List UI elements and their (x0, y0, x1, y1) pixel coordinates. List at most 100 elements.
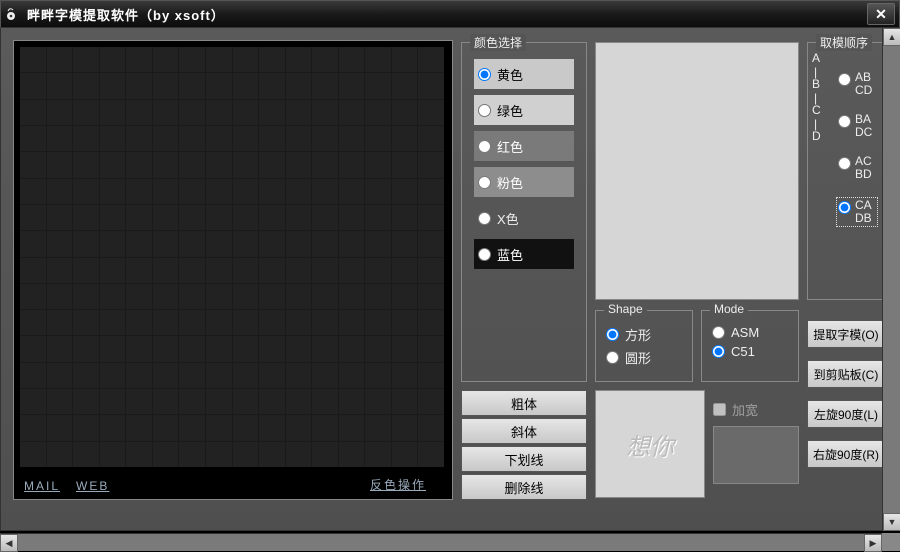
pixel-cell[interactable] (312, 73, 338, 98)
pixel-grid[interactable] (20, 47, 444, 467)
widen-checkbox-row[interactable]: 加宽 (713, 400, 758, 419)
color-radio-yellow[interactable] (478, 68, 491, 81)
pixel-cell[interactable] (392, 73, 418, 98)
shape-radio-circle[interactable] (606, 351, 619, 364)
order-option[interactable]: ABCD (838, 71, 876, 97)
pixel-cell[interactable] (233, 389, 259, 414)
pixel-cell[interactable] (365, 258, 391, 283)
pixel-cell[interactable] (206, 231, 232, 256)
pixel-cell[interactable] (339, 336, 365, 361)
mode-option-asm[interactable]: ASM (712, 325, 788, 340)
pixel-cell[interactable] (179, 284, 205, 309)
pixel-cell[interactable] (100, 100, 126, 125)
strike-button[interactable]: 删除线 (461, 474, 587, 500)
clipboard-button[interactable]: 到剪贴板(C) (807, 360, 885, 388)
pixel-cell[interactable] (312, 179, 338, 204)
hscroll-track[interactable] (18, 534, 864, 551)
pixel-cell[interactable] (392, 126, 418, 151)
pixel-cell[interactable] (259, 100, 285, 125)
scroll-right-icon[interactable]: ▶ (864, 534, 882, 552)
pixel-cell[interactable] (233, 336, 259, 361)
pixel-cell[interactable] (179, 310, 205, 335)
pixel-cell[interactable] (392, 100, 418, 125)
pixel-cell[interactable] (47, 47, 73, 72)
pixel-cell[interactable] (339, 47, 365, 72)
pixel-cell[interactable] (179, 442, 205, 467)
pixel-cell[interactable] (259, 415, 285, 440)
rotate-right-button[interactable]: 右旋90度(R) (807, 440, 885, 468)
pixel-cell[interactable] (20, 231, 46, 256)
pixel-cell[interactable] (20, 389, 46, 414)
pixel-cell[interactable] (286, 363, 312, 388)
pixel-cell[interactable] (179, 389, 205, 414)
pixel-cell[interactable] (20, 415, 46, 440)
pixel-cell[interactable] (47, 179, 73, 204)
pixel-cell[interactable] (365, 179, 391, 204)
pixel-cell[interactable] (365, 336, 391, 361)
pixel-cell[interactable] (259, 363, 285, 388)
pixel-cell[interactable] (126, 126, 152, 151)
pixel-cell[interactable] (179, 47, 205, 72)
pixel-cell[interactable] (126, 152, 152, 177)
pixel-cell[interactable] (286, 205, 312, 230)
pixel-cell[interactable] (47, 258, 73, 283)
color-radio-red[interactable] (478, 140, 491, 153)
pixel-cell[interactable] (286, 336, 312, 361)
pixel-cell[interactable] (339, 231, 365, 256)
pixel-cell[interactable] (47, 363, 73, 388)
pixel-cell[interactable] (365, 231, 391, 256)
pixel-cell[interactable] (418, 442, 444, 467)
pixel-cell[interactable] (47, 310, 73, 335)
pixel-cell[interactable] (73, 258, 99, 283)
pixel-cell[interactable] (312, 284, 338, 309)
underline-button[interactable]: 下划线 (461, 446, 587, 472)
pixel-cell[interactable] (126, 73, 152, 98)
pixel-cell[interactable] (100, 231, 126, 256)
pixel-cell[interactable] (100, 363, 126, 388)
pixel-cell[interactable] (100, 152, 126, 177)
pixel-cell[interactable] (100, 284, 126, 309)
pixel-cell[interactable] (153, 100, 179, 125)
pixel-cell[interactable] (206, 415, 232, 440)
order-radio[interactable] (838, 201, 851, 214)
pixel-cell[interactable] (418, 389, 444, 414)
pixel-cell[interactable] (206, 73, 232, 98)
pixel-cell[interactable] (100, 442, 126, 467)
pixel-cell[interactable] (179, 152, 205, 177)
pixel-cell[interactable] (153, 389, 179, 414)
pixel-cell[interactable] (312, 336, 338, 361)
color-option-blue[interactable]: 蓝色 (474, 239, 574, 269)
pixel-cell[interactable] (286, 442, 312, 467)
pixel-cell[interactable] (47, 442, 73, 467)
pixel-cell[interactable] (259, 310, 285, 335)
pixel-cell[interactable] (73, 152, 99, 177)
pixel-cell[interactable] (20, 47, 46, 72)
pixel-cell[interactable] (47, 152, 73, 177)
pixel-cell[interactable] (418, 126, 444, 151)
pixel-cell[interactable] (365, 310, 391, 335)
pixel-cell[interactable] (126, 258, 152, 283)
pixel-cell[interactable] (312, 442, 338, 467)
color-radio-blue[interactable] (478, 248, 491, 261)
pixel-cell[interactable] (179, 231, 205, 256)
pixel-cell[interactable] (73, 336, 99, 361)
color-radio-pink[interactable] (478, 176, 491, 189)
pixel-cell[interactable] (233, 100, 259, 125)
color-option-pink[interactable]: 粉色 (474, 167, 574, 197)
widen-checkbox[interactable] (713, 403, 726, 416)
pixel-cell[interactable] (418, 100, 444, 125)
pixel-cell[interactable] (286, 152, 312, 177)
pixel-cell[interactable] (365, 126, 391, 151)
pixel-cell[interactable] (47, 73, 73, 98)
close-button[interactable]: ✕ (867, 3, 895, 25)
pixel-cell[interactable] (206, 389, 232, 414)
pixel-cell[interactable] (418, 73, 444, 98)
pixel-cell[interactable] (392, 231, 418, 256)
pixel-cell[interactable] (206, 284, 232, 309)
mail-link[interactable]: MAIL (24, 479, 60, 493)
shape-option-square[interactable]: 方形 (606, 325, 682, 344)
order-radio[interactable] (838, 115, 851, 128)
pixel-cell[interactable] (418, 179, 444, 204)
pixel-cell[interactable] (312, 231, 338, 256)
pixel-cell[interactable] (126, 415, 152, 440)
